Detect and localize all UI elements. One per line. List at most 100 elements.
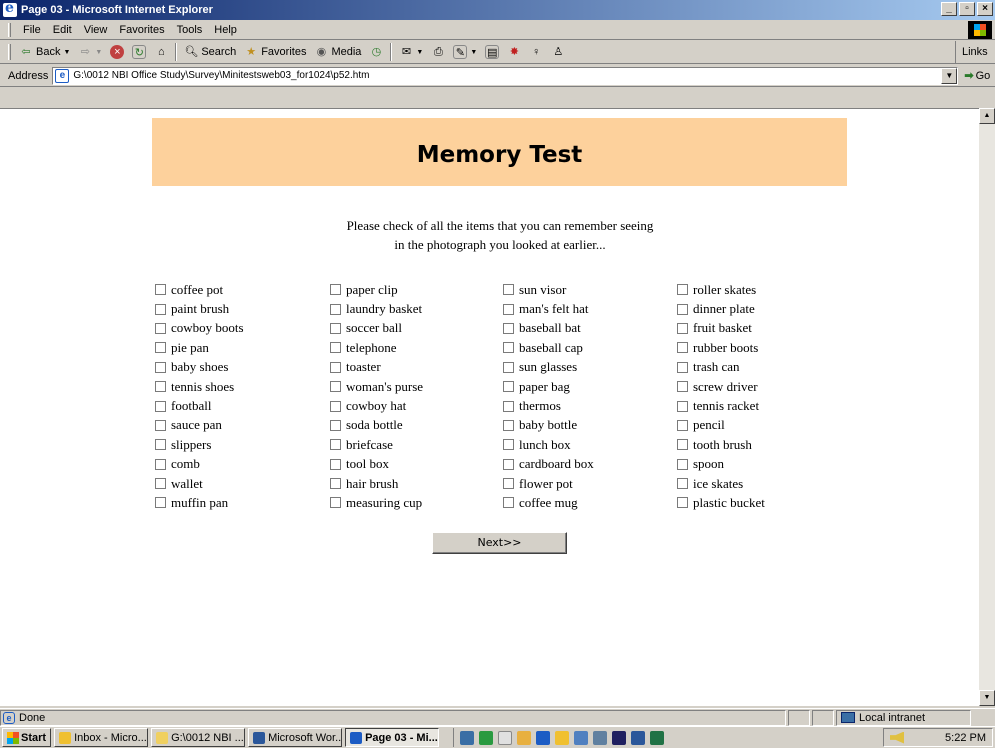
item-checkbox[interactable] <box>677 303 688 315</box>
checklist-item[interactable]: cardboard box <box>503 455 678 474</box>
menu-tools[interactable]: Tools <box>171 24 209 36</box>
item-checkbox[interactable] <box>503 361 514 373</box>
menu-edit[interactable]: Edit <box>47 24 78 36</box>
item-checkbox[interactable] <box>155 419 166 431</box>
item-checkbox[interactable] <box>677 419 688 431</box>
item-checkbox[interactable] <box>330 381 341 393</box>
item-checkbox[interactable] <box>677 361 688 373</box>
checklist-item[interactable]: dinner plate <box>677 299 852 318</box>
menu-view[interactable]: View <box>78 24 114 36</box>
checklist-item[interactable]: man's felt hat <box>503 299 678 318</box>
user-button[interactable]: ♙ <box>547 42 569 62</box>
restore-button[interactable]: ▫ <box>959 2 975 16</box>
item-checkbox[interactable] <box>503 400 514 412</box>
checklist-item[interactable]: spoon <box>677 455 852 474</box>
item-checkbox[interactable] <box>155 400 166 412</box>
checklist-item[interactable]: coffee pot <box>155 280 330 299</box>
scroll-down-icon[interactable]: ▼ <box>979 690 995 706</box>
item-checkbox[interactable] <box>503 284 514 296</box>
item-checkbox[interactable] <box>503 419 514 431</box>
checklist-item[interactable]: trash can <box>677 358 852 377</box>
address-input[interactable]: e G:\0012 NBI Office Study\Survey\Minite… <box>52 66 959 85</box>
item-checkbox[interactable] <box>330 419 341 431</box>
item-checkbox[interactable] <box>155 361 166 373</box>
checklist-item[interactable]: slippers <box>155 435 330 454</box>
item-checkbox[interactable] <box>503 478 514 490</box>
checklist-item[interactable]: soccer ball <box>330 319 505 338</box>
item-checkbox[interactable] <box>155 478 166 490</box>
quicklaunch-icon[interactable] <box>517 730 532 745</box>
checklist-item[interactable]: soda bottle <box>330 416 505 435</box>
back-button[interactable]: ⇦ Back ▼ <box>15 42 74 62</box>
discuss-button[interactable]: ▤ <box>481 42 503 62</box>
search-button[interactable]: 🔍︎ Search <box>180 42 240 62</box>
item-checkbox[interactable] <box>155 284 166 296</box>
item-checkbox[interactable] <box>677 284 688 296</box>
item-checkbox[interactable] <box>330 458 341 470</box>
checklist-item[interactable]: toaster <box>330 358 505 377</box>
scroll-up-icon[interactable]: ▲ <box>979 108 995 124</box>
item-checkbox[interactable] <box>503 303 514 315</box>
checklist-item[interactable]: briefcase <box>330 435 505 454</box>
checklist-item[interactable]: cowboy boots <box>155 319 330 338</box>
vertical-scrollbar[interactable]: ▲ ▼ <box>979 108 995 706</box>
title-bar[interactable]: Page 03 - Microsoft Internet Explorer _ … <box>0 0 995 20</box>
item-checkbox[interactable] <box>677 458 688 470</box>
favorites-button[interactable]: ★ Favorites <box>240 42 310 62</box>
checklist-item[interactable]: ice skates <box>677 474 852 493</box>
quicklaunch-icon[interactable] <box>555 730 570 745</box>
item-checkbox[interactable] <box>677 439 688 451</box>
links-button[interactable]: Links <box>955 41 995 64</box>
address-url[interactable]: G:\0012 NBI Office Study\Survey\Minitest… <box>73 70 369 81</box>
print-button[interactable]: ⎙ <box>427 42 449 62</box>
item-checkbox[interactable] <box>503 497 514 509</box>
security-zone[interactable]: Local intranet <box>836 709 971 726</box>
checklist-item[interactable]: sun visor <box>503 280 678 299</box>
checklist-item[interactable]: tennis racket <box>677 396 852 415</box>
quicklaunch-icon[interactable] <box>612 730 627 745</box>
checklist-item[interactable]: screw driver <box>677 377 852 396</box>
research-button[interactable]: ✸ <box>503 42 525 62</box>
checklist-item[interactable]: roller skates <box>677 280 852 299</box>
quicklaunch-icon[interactable] <box>536 730 551 745</box>
item-checkbox[interactable] <box>330 478 341 490</box>
messenger-button[interactable]: ♀ <box>525 42 547 62</box>
checklist-item[interactable]: pie pan <box>155 338 330 357</box>
checklist-item[interactable]: measuring cup <box>330 493 505 512</box>
item-checkbox[interactable] <box>155 381 166 393</box>
item-checkbox[interactable] <box>503 342 514 354</box>
checklist-item[interactable]: comb <box>155 455 330 474</box>
checklist-item[interactable]: laundry basket <box>330 299 505 318</box>
checklist-item[interactable]: paper clip <box>330 280 505 299</box>
item-checkbox[interactable] <box>503 439 514 451</box>
item-checkbox[interactable] <box>155 458 166 470</box>
volume-icon[interactable] <box>890 731 904 744</box>
item-checkbox[interactable] <box>155 322 166 334</box>
menu-favorites[interactable]: Favorites <box>113 24 170 36</box>
checklist-item[interactable]: baby shoes <box>155 358 330 377</box>
checklist-item[interactable]: tennis shoes <box>155 377 330 396</box>
item-checkbox[interactable] <box>155 342 166 354</box>
quicklaunch-icon[interactable] <box>479 730 494 745</box>
checklist-item[interactable]: sauce pan <box>155 416 330 435</box>
quicklaunch-icon[interactable] <box>498 730 513 745</box>
checklist-item[interactable]: fruit basket <box>677 319 852 338</box>
item-checkbox[interactable] <box>330 400 341 412</box>
checklist-item[interactable]: flower pot <box>503 474 678 493</box>
refresh-button[interactable]: ↻ <box>128 42 150 62</box>
checklist-item[interactable]: tooth brush <box>677 435 852 454</box>
checklist-item[interactable]: paper bag <box>503 377 678 396</box>
checklist-item[interactable]: paint brush <box>155 299 330 318</box>
checklist-item[interactable]: rubber boots <box>677 338 852 357</box>
item-checkbox[interactable] <box>677 478 688 490</box>
quicklaunch-icon[interactable] <box>593 730 608 745</box>
item-checkbox[interactable] <box>330 284 341 296</box>
checklist-item[interactable]: baby bottle <box>503 416 678 435</box>
taskbar-task[interactable]: Microsoft Wor... <box>248 728 343 747</box>
checklist-item[interactable]: tool box <box>330 455 505 474</box>
taskbar-task[interactable]: G:\0012 NBI ... <box>151 728 246 747</box>
checklist-item[interactable]: coffee mug <box>503 493 678 512</box>
stop-button[interactable]: × <box>106 42 128 62</box>
checklist-item[interactable]: muffin pan <box>155 493 330 512</box>
item-checkbox[interactable] <box>330 497 341 509</box>
